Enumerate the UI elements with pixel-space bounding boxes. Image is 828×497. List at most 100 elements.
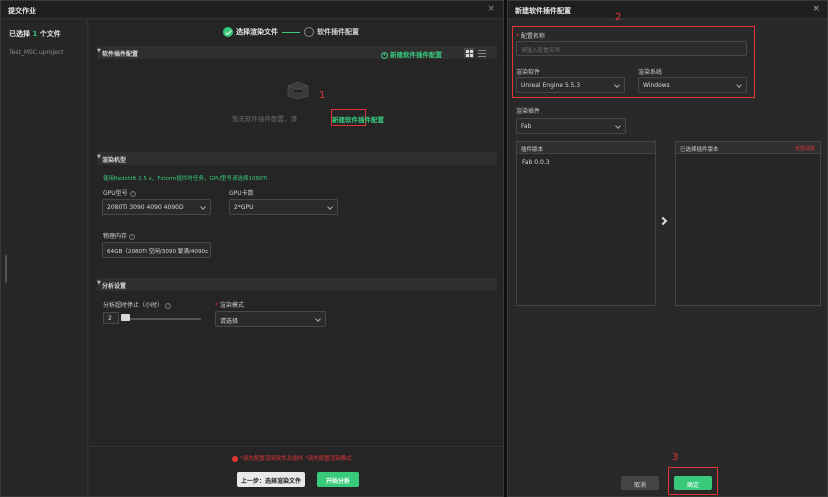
dialog-title: 新建软件插件配置: [515, 7, 571, 15]
annotation-3: 3: [672, 452, 679, 463]
config-name-input[interactable]: 请输入配置名称: [516, 41, 747, 56]
chevron-down-icon: [200, 204, 206, 210]
chevron-down-icon: [614, 82, 620, 88]
plugin-label: 渲染插件: [516, 108, 541, 115]
chevron-down-icon: [315, 316, 321, 322]
close-icon[interactable]: ×: [487, 4, 495, 14]
section-render[interactable]: ▼ 渲染机型: [97, 152, 497, 165]
main-content: 选择渲染文件 软件插件配置 ▼ 软件插件配置 + 新建软件插件配置 暂无软件插件配置…: [89, 20, 503, 496]
memory-label: 物理内存?: [103, 231, 136, 240]
gpu-count-value: 2*GPU: [234, 204, 254, 211]
config-name-label-text: 配置名称: [520, 33, 545, 40]
os-value: Windows: [643, 82, 670, 89]
os-select[interactable]: Windows: [638, 77, 747, 93]
selected-suffix: 个文件: [37, 30, 61, 38]
chevron-down-icon: [736, 82, 742, 88]
timeout-slider-thumb[interactable]: [121, 314, 130, 321]
clear-all-link[interactable]: 全部清除: [795, 145, 815, 152]
timeout-slider-track[interactable]: [122, 318, 201, 320]
gpu-model-value: 2080Ti 3090 4090 4090D: [107, 204, 184, 211]
timeout-label: 分析超时停止（小时）?: [103, 300, 172, 309]
software-label: 渲染软件: [516, 69, 541, 76]
left-titlebar: 提交作业 ×: [1, 1, 503, 19]
annotation-1: 1: [319, 90, 326, 101]
list-view-icon[interactable]: [477, 48, 487, 58]
software-select[interactable]: Unreal Engine 5.5.3: [516, 77, 625, 93]
render-mode-value: 请选择: [220, 318, 239, 325]
left-footer: *请先配置渲染软件及插件 *请先配置渲染模式 上一步：选择渲染文件 开始分析: [89, 446, 503, 496]
gpu-count-label: GPU卡数: [229, 190, 254, 197]
memory-label-text: 物理内存: [103, 233, 128, 240]
config-name-label: * 配置名称: [516, 31, 545, 40]
config-warning-text: *请先配置渲染软件及插件 *请先配置渲染模式: [240, 456, 352, 462]
confirm-button[interactable]: 确定: [674, 476, 712, 490]
render-mode-label-text: 渲染模式: [219, 302, 244, 309]
grid-view-icon[interactable]: [464, 48, 474, 58]
submit-job-window: 提交作业 × 已选择 1 个文件 Test_MSC.uproject 选择渲染文…: [0, 0, 504, 497]
close-icon[interactable]: ×: [812, 4, 820, 14]
stepper: 选择渲染文件 软件插件配置: [223, 27, 359, 39]
render-mode-select[interactable]: 请选择: [215, 311, 326, 327]
empty-new-config-link[interactable]: 新建软件插件配置: [331, 109, 384, 126]
error-dot-icon: [232, 455, 238, 462]
section-analysis[interactable]: ▼ 分析设置: [97, 278, 497, 291]
empty-state-text: 暂无软件插件配置，请: [232, 115, 297, 123]
version-list-title: 插件版本: [521, 147, 544, 153]
memory-field[interactable]: 64GB（2080Ti 空闲/3090 繁满/4090c: [102, 242, 211, 258]
plugin-select[interactable]: Fab: [516, 118, 626, 134]
step-connector: [282, 31, 300, 33]
annotation-2: 2: [615, 12, 622, 23]
caret-down-icon: ▼: [97, 48, 101, 54]
caret-down-icon: ▼: [97, 154, 101, 160]
section-software-title: 软件插件配置: [102, 51, 139, 58]
selected-prefix: 已选择: [9, 30, 33, 38]
check-icon: [223, 27, 233, 37]
render-mode-label: * 渲染模式: [215, 300, 244, 309]
start-analysis-button[interactable]: 开始分析: [317, 472, 359, 487]
window-title: 提交作业: [8, 7, 36, 15]
prev-step-button[interactable]: 上一步：选择渲染文件: [237, 472, 305, 487]
new-plugin-config-dialog: 新建软件插件配置 × 2 * 配置名称 请输入配置名称 渲染软件 Unreal …: [507, 0, 828, 497]
add-config-label: 新建软件插件配置: [390, 51, 442, 59]
config-name-placeholder: 请输入配置名称: [521, 48, 561, 54]
memory-value: 64GB（2080Ti 空闲/3090 繁满/4090c: [107, 249, 208, 255]
caret-down-icon: ▼: [97, 280, 101, 286]
selected-version-list: 已选择插件版本 全部清除: [675, 141, 821, 306]
timeout-input[interactable]: 2: [103, 312, 119, 324]
help-icon[interactable]: ?: [129, 190, 136, 197]
cancel-button[interactable]: 取消: [621, 476, 659, 490]
resize-handle[interactable]: [5, 255, 7, 283]
empty-box-icon: [287, 81, 309, 99]
plugin-value: Fab: [521, 123, 532, 130]
chevron-down-icon: [327, 204, 333, 210]
section-analysis-title: 分析设置: [102, 283, 127, 290]
config-warning: *请先配置渲染软件及插件 *请先配置渲染模式: [232, 454, 352, 462]
selected-list-header: 已选择插件版本 全部清除: [676, 142, 820, 154]
gpu-model-label: GPU型号?: [103, 188, 136, 197]
step-plugin-config[interactable]: 软件插件配置: [317, 27, 359, 37]
os-label: 渲染系统: [638, 69, 663, 76]
list-item[interactable]: Fab 0.0.3: [522, 159, 550, 166]
chevron-right-icon[interactable]: [658, 216, 668, 226]
help-icon[interactable]: ?: [165, 302, 172, 309]
step-circle-icon: [304, 27, 314, 37]
add-config-button[interactable]: + 新建软件插件配置: [381, 49, 442, 59]
gpu-model-label-text: GPU型号: [103, 190, 128, 197]
render-hint: 使用Redshift 2.5 x、Fstorm插件时任务，GPU型号请选择108…: [103, 176, 268, 182]
software-value: Unreal Engine 5.5.3: [521, 82, 581, 89]
plus-circle-icon: +: [381, 51, 388, 59]
plugin-version-list: 插件版本 Fab 0.0.3: [516, 141, 656, 306]
project-file-item[interactable]: Test_MSC.uproject: [9, 49, 64, 56]
timeout-label-text: 分析超时停止（小时）: [103, 302, 164, 309]
version-list-header: 插件版本: [517, 142, 655, 154]
selected-list-title: 已选择插件版本: [680, 147, 719, 153]
section-render-title: 渲染机型: [102, 157, 127, 164]
gpu-count-select[interactable]: 2*GPU: [229, 199, 338, 215]
file-sidebar: 已选择 1 个文件 Test_MSC.uproject: [1, 20, 88, 496]
selected-count-label: 已选择 1 个文件: [9, 29, 61, 39]
chevron-down-icon: [615, 123, 621, 129]
step-select-files[interactable]: 选择渲染文件: [236, 27, 278, 37]
right-titlebar: 新建软件插件配置 ×: [508, 1, 827, 19]
help-icon[interactable]: ?: [129, 233, 136, 240]
gpu-model-select[interactable]: 2080Ti 3090 4090 4090D: [102, 199, 211, 215]
